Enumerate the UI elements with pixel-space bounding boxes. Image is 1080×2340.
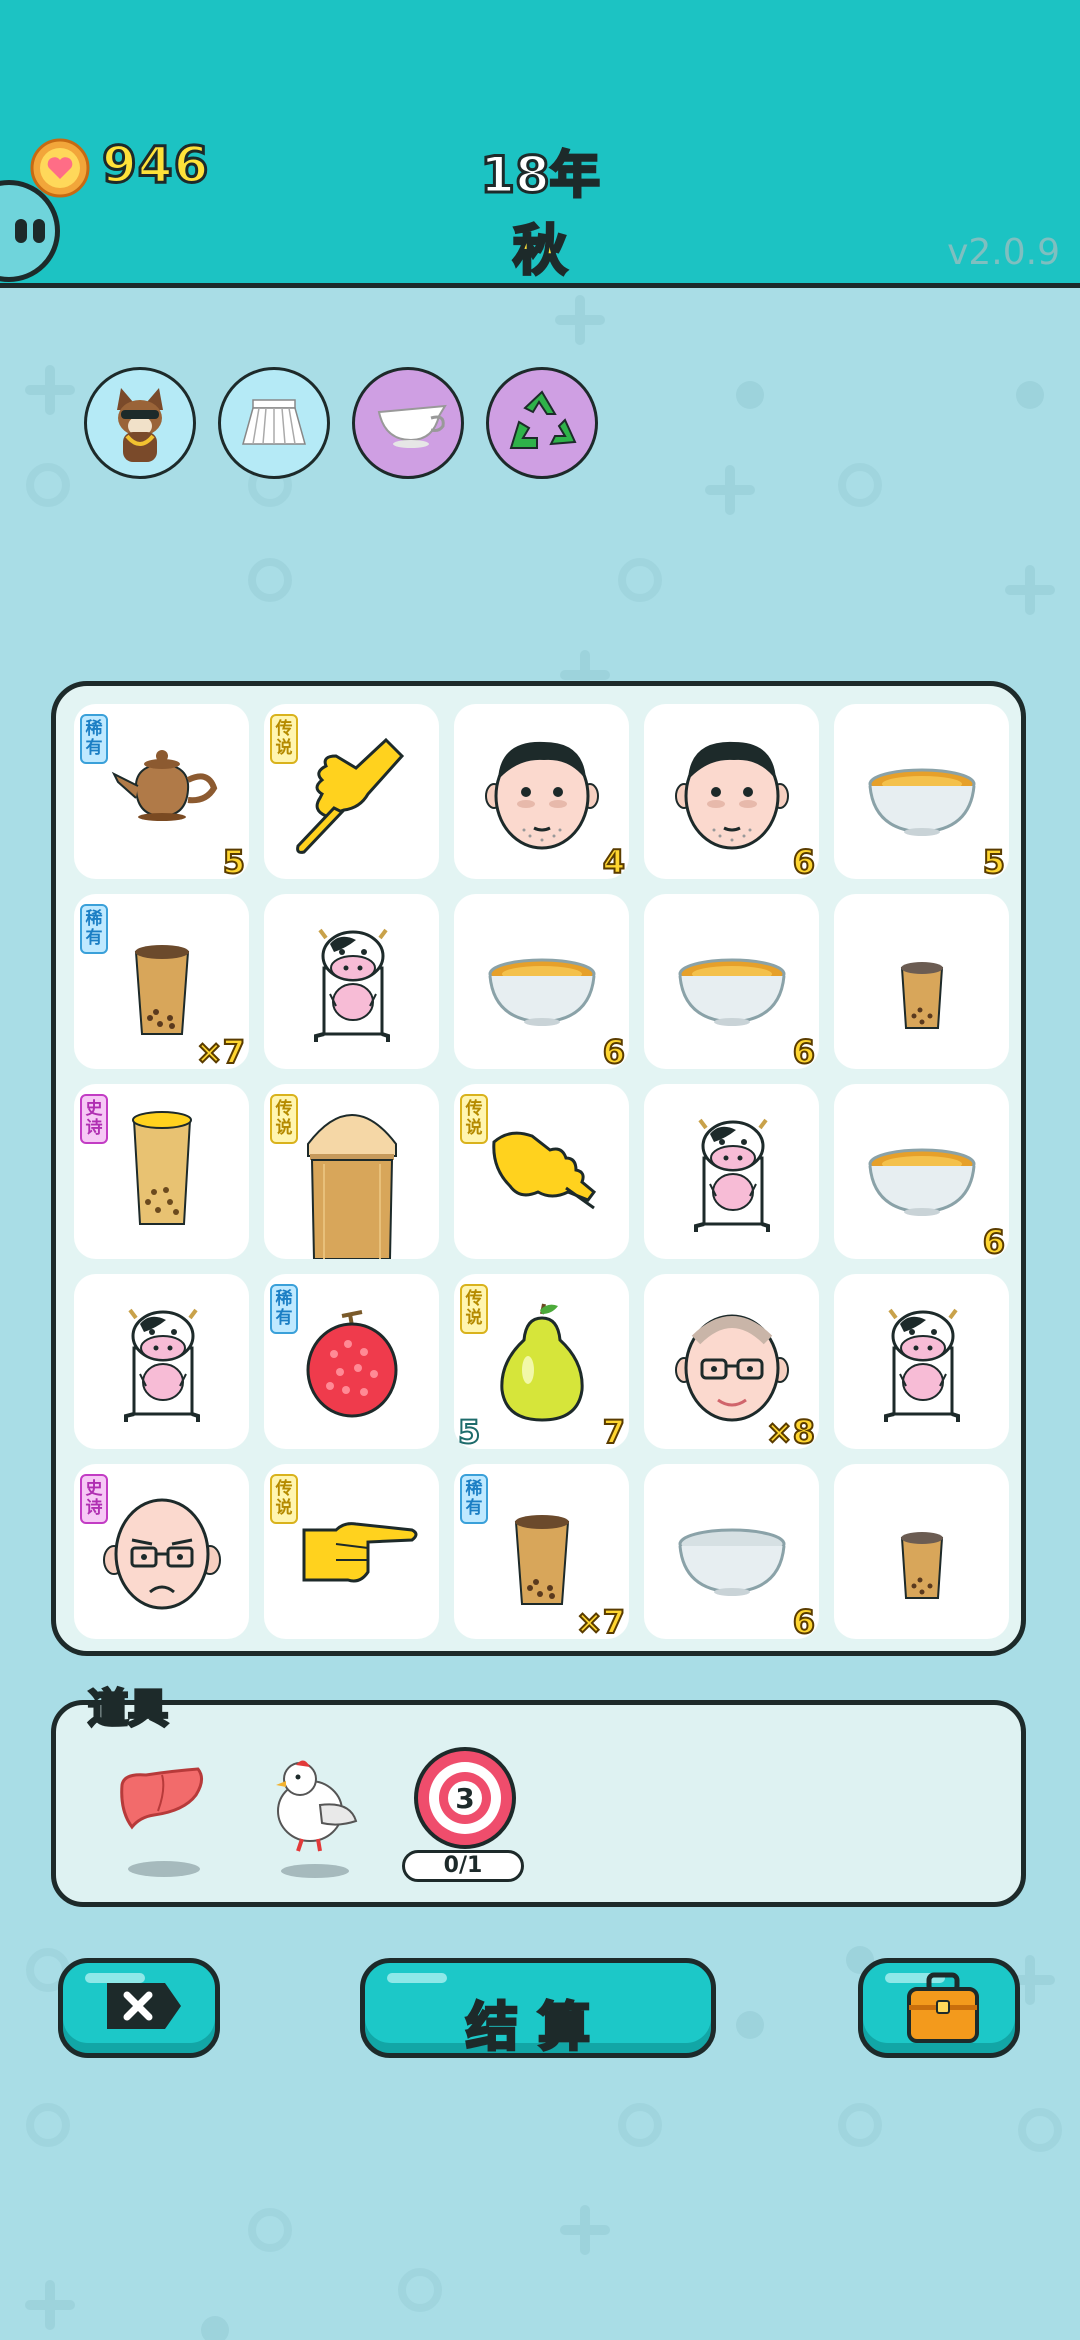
delete-button[interactable] bbox=[58, 1958, 220, 2058]
board-cell[interactable]: 传说 7 5 bbox=[454, 1274, 629, 1452]
briefcase-icon bbox=[907, 1972, 979, 2043]
item-value: 7 bbox=[602, 1412, 626, 1452]
board-cell[interactable] bbox=[834, 1464, 1009, 1639]
board-cell[interactable] bbox=[834, 894, 1009, 1069]
bag-button[interactable] bbox=[858, 1958, 1020, 2058]
delete-icon bbox=[107, 1983, 181, 2029]
liver-icon[interactable] bbox=[110, 1755, 210, 1885]
rarity-tag: 传说 bbox=[270, 1094, 298, 1144]
cow-icon bbox=[694, 1118, 770, 1232]
item-value: ×7 bbox=[575, 1602, 626, 1642]
board-cell[interactable]: 5 bbox=[834, 704, 1009, 882]
board-cell[interactable]: 6 bbox=[644, 704, 819, 882]
board-cell[interactable]: 6 bbox=[454, 894, 629, 1072]
rarity-tag: 稀有 bbox=[270, 1284, 298, 1334]
target-icon[interactable]: 3 bbox=[412, 1745, 518, 1851]
rarity-tag: 传说 bbox=[270, 1474, 298, 1524]
boba-cup-small-icon bbox=[900, 1532, 944, 1599]
cow-icon bbox=[124, 1308, 200, 1422]
board-cell[interactable]: 稀有 bbox=[264, 1274, 439, 1449]
board-cell[interactable]: 传说 bbox=[264, 1084, 439, 1259]
board-cell[interactable]: ×8 bbox=[644, 1274, 819, 1452]
rarity-tag: 稀有 bbox=[80, 904, 108, 954]
board-cell[interactable]: 6 bbox=[644, 1464, 819, 1642]
board-cell[interactable] bbox=[74, 1274, 249, 1449]
board-cell[interactable] bbox=[834, 1274, 1009, 1449]
gravy-boat-icon[interactable] bbox=[352, 367, 464, 479]
rarity-tag: 传说 bbox=[460, 1094, 488, 1144]
rarity-tag: 稀有 bbox=[460, 1474, 488, 1524]
target-progress: 0/1 bbox=[402, 1850, 524, 1882]
item-value: 4 bbox=[602, 842, 626, 882]
settle-button[interactable]: 结算 bbox=[360, 1958, 716, 2060]
item-value: ×8 bbox=[765, 1412, 816, 1452]
year-label: 18年 bbox=[479, 145, 602, 206]
item-value: 6 bbox=[982, 1222, 1006, 1262]
rarity-tag: 传说 bbox=[270, 714, 298, 764]
season-label: 秋 bbox=[512, 218, 569, 284]
rarity-tag: 稀有 bbox=[80, 714, 108, 764]
board-cell[interactable]: 史诗 bbox=[74, 1464, 249, 1639]
rarity-tag: 史诗 bbox=[80, 1474, 108, 1524]
board-cell[interactable]: 传说 bbox=[454, 1084, 629, 1259]
recycle-icon[interactable] bbox=[486, 367, 598, 479]
item-value: 5 bbox=[222, 842, 246, 882]
board-cell[interactable]: 6 bbox=[644, 894, 819, 1072]
item-count: 5 bbox=[457, 1412, 481, 1452]
dog-with-sunglasses-icon[interactable] bbox=[84, 367, 196, 479]
version-label: v2.0.9 bbox=[947, 232, 1060, 273]
item-value: 6 bbox=[602, 1032, 626, 1072]
board-cell[interactable]: 6 bbox=[834, 1084, 1009, 1262]
board-cell[interactable] bbox=[264, 894, 439, 1069]
board-cell[interactable]: 传说 bbox=[264, 1464, 439, 1639]
item-board: 稀有 5 传说 4 6 5 稀有 ×7 6 6 史诗 传说 传说 6 稀有 传说… bbox=[51, 681, 1026, 1656]
rarity-tag: 传说 bbox=[460, 1284, 488, 1334]
pleated-skirt-icon[interactable] bbox=[218, 367, 330, 479]
boba-cup-small-icon bbox=[900, 962, 944, 1029]
cow-icon bbox=[884, 1308, 960, 1422]
board-cell[interactable]: 史诗 bbox=[74, 1084, 249, 1259]
board-cell[interactable] bbox=[644, 1084, 819, 1259]
settle-button-label: 结算 bbox=[464, 1997, 610, 2060]
board-cell[interactable]: 稀有 ×7 bbox=[74, 894, 249, 1072]
item-value: 6 bbox=[792, 1032, 816, 1072]
item-value: ×7 bbox=[195, 1032, 246, 1072]
item-value: 6 bbox=[792, 842, 816, 882]
target-count: 3 bbox=[455, 1782, 474, 1815]
coin-count: 946 bbox=[100, 135, 210, 196]
top-bar: 946 18年 秋 v2.0.9 bbox=[0, 0, 1080, 288]
board-cell[interactable]: 4 bbox=[454, 704, 629, 882]
item-value: 6 bbox=[792, 1602, 816, 1642]
board-cell[interactable]: 传说 bbox=[264, 704, 439, 879]
item-value: 5 bbox=[982, 842, 1006, 882]
white-bird-icon[interactable] bbox=[260, 1745, 370, 1885]
rarity-tag: 史诗 bbox=[80, 1094, 108, 1144]
board-cell[interactable]: 稀有 ×7 bbox=[454, 1464, 629, 1642]
props-label: 道具 bbox=[87, 1685, 170, 1734]
board-cell[interactable]: 稀有 5 bbox=[74, 704, 249, 882]
cow-icon bbox=[314, 928, 390, 1042]
